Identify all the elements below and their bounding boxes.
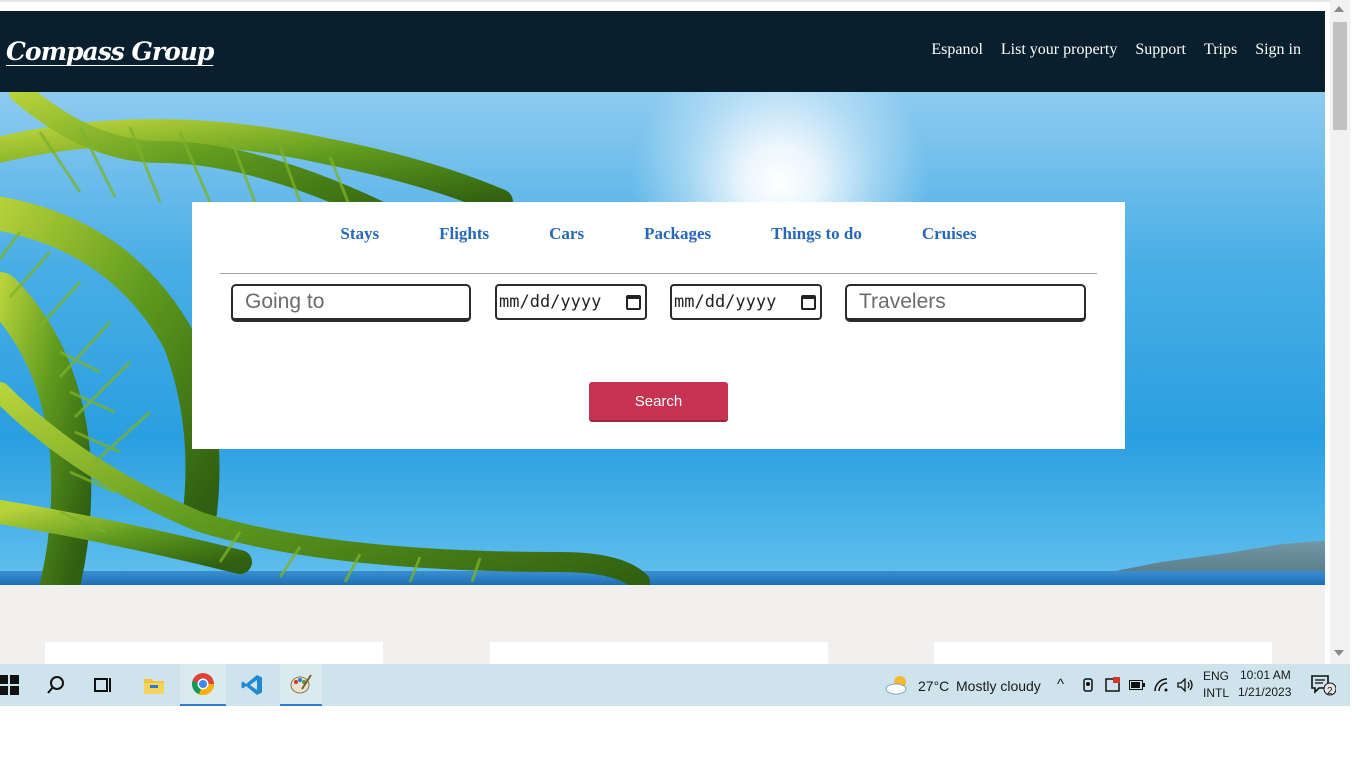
weather-cloud-icon[interactable] xyxy=(878,664,918,706)
nav-espanol[interactable]: Espanol xyxy=(931,41,983,59)
start-icon[interactable] xyxy=(0,664,32,706)
battery-icon[interactable] xyxy=(1124,664,1150,706)
search-panel: Stays Flights Cars Packages Things to do… xyxy=(192,202,1125,449)
header-nav: Espanol List your property Support Trips… xyxy=(931,41,1301,59)
nav-list-your-property[interactable]: List your property xyxy=(1001,41,1117,59)
site-header: Compass Group Espanol List your property… xyxy=(0,11,1325,92)
nav-trips[interactable]: Trips xyxy=(1204,41,1237,59)
travelers-placeholder: Travelers xyxy=(859,290,946,313)
site-logo[interactable]: Compass Group xyxy=(6,37,214,66)
tab-cars[interactable]: Cars xyxy=(519,224,614,244)
content-section xyxy=(0,585,1325,664)
checkin-date-input[interactable]: mm/dd/yyyy xyxy=(495,284,647,320)
tab-things-to-do[interactable]: Things to do xyxy=(741,224,892,244)
content-card[interactable] xyxy=(490,642,828,664)
destination-input[interactable]: Going to xyxy=(231,284,471,322)
nav-support[interactable]: Support xyxy=(1135,41,1186,59)
notifications-icon[interactable]: 2 xyxy=(1303,664,1343,706)
scroll-down-arrow-icon[interactable] xyxy=(1334,650,1344,656)
paint-icon[interactable] xyxy=(280,664,322,706)
vertical-scrollbar[interactable] xyxy=(1330,0,1350,664)
security-icon[interactable] xyxy=(1100,664,1126,706)
chrome-icon[interactable] xyxy=(180,664,226,706)
tab-cruises[interactable]: Cruises xyxy=(892,224,1007,244)
weather-temperature[interactable]: 27°C xyxy=(918,678,949,694)
checkout-date-input[interactable]: mm/dd/yyyy xyxy=(670,284,822,320)
calendar-icon[interactable] xyxy=(801,294,816,310)
screen-bottom-area xyxy=(0,706,1366,768)
content-card[interactable] xyxy=(934,642,1272,664)
browser-top-strip xyxy=(0,0,1330,11)
tab-stays[interactable]: Stays xyxy=(310,224,409,244)
browser-viewport: Compass Group Espanol List your property… xyxy=(0,0,1366,768)
notification-count: 2 xyxy=(1327,686,1333,697)
hero-coastline xyxy=(1105,540,1325,573)
window-gutter xyxy=(1350,0,1366,706)
destination-placeholder: Going to xyxy=(245,290,325,313)
clock-date[interactable]: 1/21/2023 xyxy=(1238,685,1291,699)
clock-time[interactable]: 10:01 AM xyxy=(1240,668,1291,682)
checkout-date-placeholder: mm/dd/yyyy xyxy=(674,292,777,312)
calendar-icon[interactable] xyxy=(626,294,641,310)
tabs-divider xyxy=(220,273,1097,274)
weather-condition[interactable]: Mostly cloudy xyxy=(956,678,1041,694)
chevron-up-icon[interactable]: ^ xyxy=(1057,676,1064,693)
file-explorer-icon[interactable] xyxy=(131,664,177,706)
tab-packages[interactable]: Packages xyxy=(614,224,741,244)
nav-sign-in[interactable]: Sign in xyxy=(1255,41,1301,59)
language-code[interactable]: ENG xyxy=(1203,669,1229,683)
meet-now-icon[interactable] xyxy=(1075,664,1101,706)
search-icon[interactable] xyxy=(33,664,79,706)
scroll-up-arrow-icon[interactable] xyxy=(1334,6,1344,12)
tab-flights[interactable]: Flights xyxy=(409,224,519,244)
travelers-input[interactable]: Travelers xyxy=(845,284,1086,322)
scroll-thumb[interactable] xyxy=(1333,22,1347,130)
search-button[interactable]: Search xyxy=(589,382,728,420)
vscode-icon[interactable] xyxy=(229,664,275,706)
search-tabs: Stays Flights Cars Packages Things to do… xyxy=(192,224,1125,244)
checkin-date-placeholder: mm/dd/yyyy xyxy=(499,292,602,312)
volume-icon[interactable] xyxy=(1172,664,1198,706)
windows-taskbar: 27°C Mostly cloudy ^ ENG INTL 10:01 AM 1… xyxy=(0,664,1350,706)
keyboard-layout[interactable]: INTL xyxy=(1203,686,1229,700)
task-view-icon[interactable] xyxy=(80,664,126,706)
content-card[interactable] xyxy=(45,642,383,664)
